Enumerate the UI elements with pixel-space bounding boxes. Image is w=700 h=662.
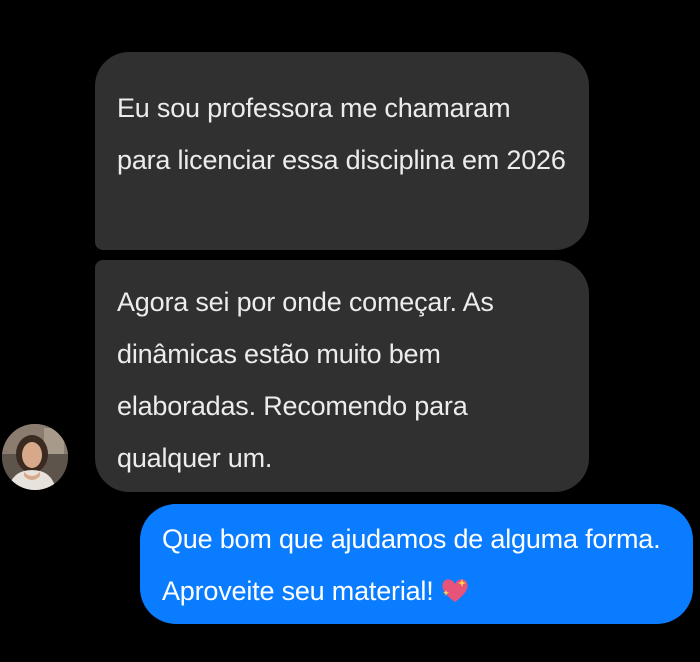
avatar-photo xyxy=(2,424,68,490)
message-text: Que bom que ajudamos de alguma forma. Ap… xyxy=(162,524,661,606)
message-text: Agora sei por onde começar. As dinâmicas… xyxy=(117,287,494,473)
incoming-message-bubble[interactable]: Agora sei por onde começar. As dinâmicas… xyxy=(95,260,589,492)
contact-avatar[interactable] xyxy=(2,424,68,490)
incoming-message-bubble[interactable]: Eu sou professora me chamaram para licen… xyxy=(95,52,589,250)
sparkling-heart-icon xyxy=(440,569,470,621)
outgoing-message-bubble[interactable]: Que bom que ajudamos de alguma forma. Ap… xyxy=(140,504,693,624)
message-text: Eu sou professora me chamaram para licen… xyxy=(117,93,566,175)
